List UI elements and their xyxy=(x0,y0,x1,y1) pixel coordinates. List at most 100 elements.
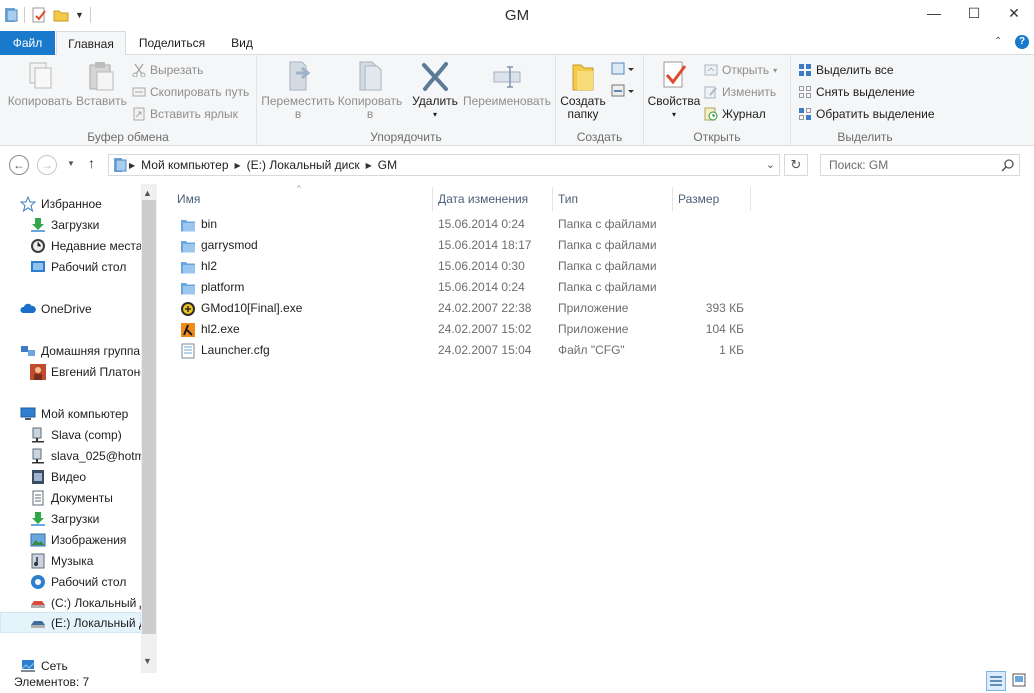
file-row[interactable]: hl2 15.06.2014 0:30 Папка с файлами xyxy=(175,256,755,277)
forward-button[interactable]: → xyxy=(37,155,57,175)
maximize-button[interactable]: ☐ xyxy=(954,0,994,26)
breadcrumb-separator-icon[interactable]: ▶ xyxy=(366,161,372,170)
status-bar: Элементов: 7 xyxy=(0,671,1034,693)
ribbon-tabs: Файл Главная Поделиться Вид ⌃ ? xyxy=(0,31,1034,56)
nav-favorites[interactable]: Избранное xyxy=(19,193,102,214)
details-view-button[interactable] xyxy=(986,671,1006,691)
file-row[interactable]: garrysmod 15.06.2014 18:17 Папка с файлами xyxy=(175,235,755,256)
file-row[interactable]: GMod10[Final].exe 24.02.2007 22:38 Приложе… xyxy=(175,298,755,319)
rename-icon xyxy=(491,59,523,93)
copy-path-button[interactable]: Скопировать путь xyxy=(132,82,249,102)
file-type: Папка с файлами xyxy=(558,259,657,273)
easy-access-icon[interactable] xyxy=(611,83,635,99)
organize-group: Переместить в Копировать в Удалить ▾ Пер… xyxy=(257,55,556,146)
nav-onedrive[interactable]: OneDrive xyxy=(20,298,92,319)
nav-music[interactable]: Музыка xyxy=(30,550,93,571)
large-icons-view-button[interactable] xyxy=(1010,671,1030,691)
file-name: hl2 xyxy=(201,259,218,273)
new-folder-button[interactable]: Создать папку xyxy=(558,59,608,121)
paste-shortcut-button[interactable]: Вставить ярлык xyxy=(132,104,238,124)
column-header-type[interactable]: Тип xyxy=(552,187,673,211)
nav-slava-mail[interactable]: slava_025@hotmail xyxy=(30,445,157,466)
breadcrumb-separator-icon[interactable]: ▶ xyxy=(235,161,241,170)
nav-network[interactable]: Сеть xyxy=(20,655,68,673)
edit-button[interactable]: Изменить xyxy=(704,82,776,102)
folder-icon xyxy=(180,238,196,254)
nav-slava-comp[interactable]: Slava (comp) xyxy=(30,424,122,445)
search-icon[interactable] xyxy=(1001,158,1015,172)
history-button[interactable]: Журнал xyxy=(704,104,766,124)
nav-documents[interactable]: Документы xyxy=(30,487,113,508)
nav-scrollbar-thumb[interactable] xyxy=(142,200,156,634)
column-header-size[interactable]: Размер xyxy=(672,187,751,211)
search-box[interactable]: Поиск: GM xyxy=(820,154,1020,176)
gmod-app-icon xyxy=(180,301,196,317)
copy-to-button[interactable]: Копировать в xyxy=(335,59,405,121)
tab-view[interactable]: Вид xyxy=(218,31,266,55)
column-header-date[interactable]: Дата изменения xyxy=(432,187,553,211)
file-row[interactable]: bin 15.06.2014 0:24 Папка с файлами xyxy=(175,214,755,235)
nav-downloads-2[interactable]: Загрузки xyxy=(30,508,99,529)
computer-icon xyxy=(20,406,36,422)
nav-desktop[interactable]: Рабочий стол xyxy=(30,256,126,277)
tab-home[interactable]: Главная xyxy=(56,31,126,56)
nav-desktop-2[interactable]: Рабочий стол xyxy=(30,571,126,592)
file-row[interactable]: platform 15.06.2014 0:24 Папка с файлами xyxy=(175,277,755,298)
invert-selection-icon xyxy=(798,107,812,121)
recent-locations-icon[interactable]: ▼ xyxy=(67,159,75,168)
paste-button[interactable]: Вставить xyxy=(76,59,127,108)
nav-images[interactable]: Изображения xyxy=(30,529,126,550)
tab-file[interactable]: Файл xyxy=(0,31,55,55)
nav-downloads[interactable]: Загрузки xyxy=(30,214,99,235)
details-view-icon xyxy=(990,676,1002,686)
address-dropdown-icon[interactable]: ⌄ xyxy=(766,158,775,171)
move-to-button[interactable]: Переместить в xyxy=(261,59,335,121)
rename-button[interactable]: Переименовать xyxy=(461,59,553,108)
nav-computer[interactable]: Мой компьютер xyxy=(20,403,128,424)
clipboard-group-label: Буфер обмена xyxy=(87,130,169,144)
properties-button[interactable]: Свойства ▾ xyxy=(646,59,702,121)
back-button[interactable]: ← xyxy=(9,155,29,175)
new-item-icon[interactable] xyxy=(611,61,635,77)
help-icon[interactable]: ? xyxy=(1015,35,1029,49)
minimize-button[interactable]: — xyxy=(914,0,954,26)
invert-selection-button[interactable]: Обратить выделение xyxy=(798,104,935,124)
collapse-ribbon-icon[interactable]: ⌃ xyxy=(994,36,1002,47)
nav-drive-c[interactable]: (C:) Локальный диск xyxy=(30,592,157,613)
file-row[interactable]: hl2.exe 24.02.2007 15:02 Приложение 104 КБ xyxy=(175,319,755,340)
up-button[interactable]: ↑ xyxy=(88,155,95,171)
tab-share[interactable]: Поделиться xyxy=(130,31,214,55)
refresh-button[interactable]: ↻ xyxy=(784,154,808,176)
nav-recent-places[interactable]: Недавние места xyxy=(30,235,142,256)
cut-button[interactable]: Вырезать xyxy=(132,60,203,80)
address-bar[interactable]: ▶ Мой компьютер ▶ (E:) Локальный диск ▶ … xyxy=(108,154,780,176)
file-name: Launcher.cfg xyxy=(201,343,270,357)
nav-user[interactable]: Евгений Платонов xyxy=(30,361,153,382)
search-input[interactable]: Поиск: GM xyxy=(829,158,888,172)
file-name: platform xyxy=(201,280,245,294)
nav-drive-e[interactable]: (E:) Локальный диск xyxy=(0,612,157,633)
copy-button[interactable]: Копировать xyxy=(6,59,74,108)
breadcrumb-gm[interactable]: GM xyxy=(378,158,397,172)
images-icon xyxy=(30,532,46,548)
file-row[interactable]: Launcher.cfg 24.02.2007 15:04 Файл "CFG" 1 … xyxy=(175,340,755,361)
nav-homegroup[interactable]: Домашняя группа xyxy=(20,340,140,361)
open-button[interactable]: Открыть ▾ xyxy=(704,60,777,80)
column-header-name[interactable]: Имя xyxy=(171,187,433,211)
select-all-button[interactable]: Выделить все xyxy=(798,60,894,80)
halflife-app-icon xyxy=(180,322,196,338)
select-group-label: Выделить xyxy=(837,130,893,144)
scroll-down-icon[interactable]: ▼ xyxy=(143,656,152,666)
open-icon xyxy=(704,63,718,77)
scissors-icon xyxy=(132,63,146,78)
breadcrumb-separator-icon[interactable]: ▶ xyxy=(129,161,135,170)
file-name-cell: bin xyxy=(180,214,217,235)
breadcrumb-drive-e[interactable]: (E:) Локальный диск xyxy=(247,158,360,172)
close-button[interactable]: ✕ xyxy=(994,0,1034,26)
nav-video[interactable]: Видео xyxy=(30,466,86,487)
select-all-icon xyxy=(798,63,812,77)
breadcrumb-computer[interactable]: Мой компьютер xyxy=(141,158,228,172)
delete-button[interactable]: Удалить ▾ xyxy=(409,59,461,121)
select-none-button[interactable]: Снять выделение xyxy=(798,82,915,102)
scroll-up-icon[interactable]: ▲ xyxy=(143,188,152,198)
